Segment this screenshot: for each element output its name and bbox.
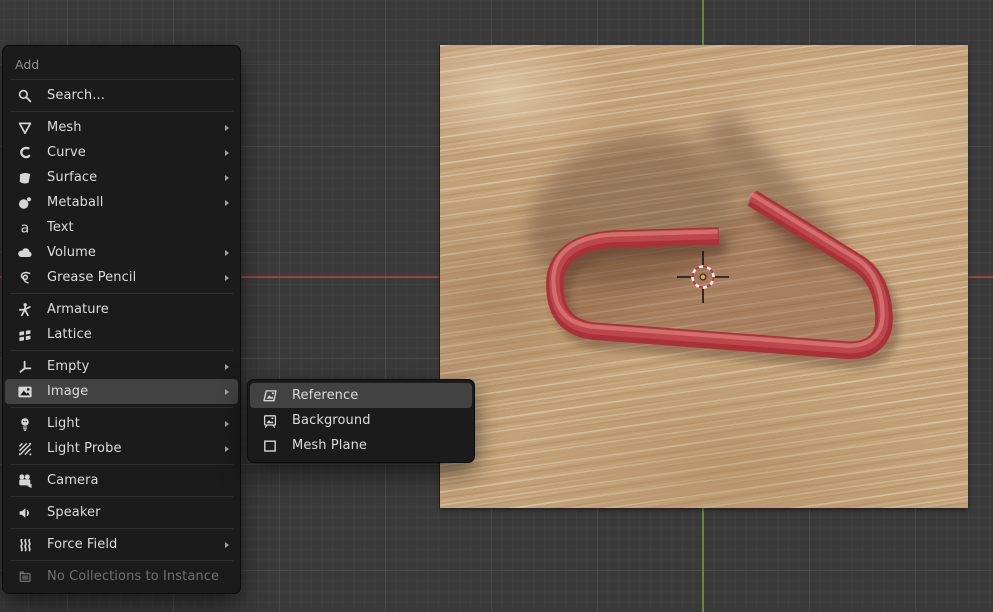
light-probe-icon <box>17 441 33 457</box>
menu-item-metaball[interactable]: Metaball <box>5 190 238 215</box>
submenu-item-mesh-plane[interactable]: Mesh Plane <box>250 433 472 458</box>
menu-item-camera[interactable]: Camera <box>5 468 238 493</box>
menu-item-label: Text <box>47 220 229 235</box>
menu-item-label: Mesh <box>47 120 219 135</box>
surface-icon <box>17 170 33 186</box>
image-submenu-panel: Reference Background Mesh Plane <box>247 379 475 463</box>
lattice-icon <box>17 327 33 343</box>
menu-separator <box>10 350 233 351</box>
submenu-arrow-icon <box>225 200 229 206</box>
svg-text:a: a <box>21 220 30 235</box>
menu-item-label: Light Probe <box>47 441 219 456</box>
menu-separator <box>10 528 233 529</box>
menu-item-label: Surface <box>47 170 219 185</box>
metaball-icon <box>17 195 33 211</box>
grease-pencil-icon <box>17 270 33 286</box>
menu-item-empty[interactable]: Empty <box>5 354 238 379</box>
blender-screen: Add Search... Mesh Curve <box>0 0 993 612</box>
menu-item-label: Empty <box>47 359 219 374</box>
menu-item-label: Image <box>47 384 219 399</box>
menu-item-lattice[interactable]: Lattice <box>5 322 238 347</box>
menu-item-label: Force Field <box>47 537 219 552</box>
menu-item-label: Search... <box>47 88 229 103</box>
menu-title: Add <box>3 46 240 76</box>
menu-separator <box>10 293 233 294</box>
menu-item-curve[interactable]: Curve <box>5 140 238 165</box>
submenu-item-reference[interactable]: Reference <box>250 383 472 408</box>
menu-item-light[interactable]: Light <box>5 411 238 436</box>
menu-item-label: Camera <box>47 473 229 488</box>
submenu-arrow-icon <box>225 175 229 181</box>
cursor-center-dot <box>700 274 706 280</box>
menu-separator <box>10 560 233 561</box>
collection-instance-icon <box>17 569 33 585</box>
menu-separator <box>10 407 233 408</box>
menu-item-armature[interactable]: Armature <box>5 297 238 322</box>
menu-separator <box>10 464 233 465</box>
submenu-arrow-icon <box>225 125 229 131</box>
submenu-arrow-icon <box>225 364 229 370</box>
menu-item-label: Armature <box>47 302 229 317</box>
menu-item-label: Speaker <box>47 505 229 520</box>
menu-item-label: Volume <box>47 245 219 260</box>
curve-icon <box>17 145 33 161</box>
armature-icon <box>17 302 33 318</box>
3d-cursor[interactable] <box>673 247 733 307</box>
image-background-icon <box>262 413 278 429</box>
menu-item-no-collections: No Collections to Instance <box>5 564 238 589</box>
image-reference-icon <box>262 388 278 404</box>
menu-item-force-field[interactable]: Force Field <box>5 532 238 557</box>
empty-icon <box>17 359 33 375</box>
menu-separator <box>10 79 233 80</box>
submenu-item-label: Mesh Plane <box>292 438 463 453</box>
submenu-item-background[interactable]: Background <box>250 408 472 433</box>
mesh-icon <box>17 120 33 136</box>
menu-item-surface[interactable]: Surface <box>5 165 238 190</box>
mesh-plane-icon <box>262 438 278 454</box>
menu-item-label: Curve <box>47 145 219 160</box>
submenu-item-label: Reference <box>292 388 463 403</box>
menu-item-label: Lattice <box>47 327 229 342</box>
submenu-arrow-icon <box>225 421 229 427</box>
menu-separator <box>10 111 233 112</box>
menu-item-label: No Collections to Instance <box>47 569 229 584</box>
submenu-arrow-icon <box>225 150 229 156</box>
menu-item-volume[interactable]: Volume <box>5 240 238 265</box>
menu-item-mesh[interactable]: Mesh <box>5 115 238 140</box>
menu-item-label: Light <box>47 416 219 431</box>
menu-item-label: Metaball <box>47 195 219 210</box>
text-icon: a <box>17 220 33 236</box>
menu-item-light-probe[interactable]: Light Probe <box>5 436 238 461</box>
submenu-item-label: Background <box>292 413 463 428</box>
force-field-icon <box>17 537 33 553</box>
add-menu-panel: Add Search... Mesh Curve <box>2 45 241 594</box>
menu-item-speaker[interactable]: Speaker <box>5 500 238 525</box>
menu-item-image[interactable]: Image <box>5 379 238 404</box>
submenu-arrow-icon <box>225 542 229 548</box>
light-icon <box>17 416 33 432</box>
submenu-arrow-icon <box>225 275 229 281</box>
camera-icon <box>17 473 33 489</box>
menu-item-label: Grease Pencil <box>47 270 219 285</box>
submenu-arrow-icon <box>225 446 229 452</box>
speaker-icon <box>17 505 33 521</box>
image-icon <box>17 384 33 400</box>
submenu-arrow-icon <box>225 250 229 256</box>
search-icon <box>17 88 33 104</box>
menu-separator <box>10 496 233 497</box>
menu-item-search[interactable]: Search... <box>5 83 238 108</box>
submenu-arrow-icon <box>225 389 229 395</box>
menu-item-grease-pencil[interactable]: Grease Pencil <box>5 265 238 290</box>
volume-icon <box>17 245 33 261</box>
menu-item-text[interactable]: a Text <box>5 215 238 240</box>
